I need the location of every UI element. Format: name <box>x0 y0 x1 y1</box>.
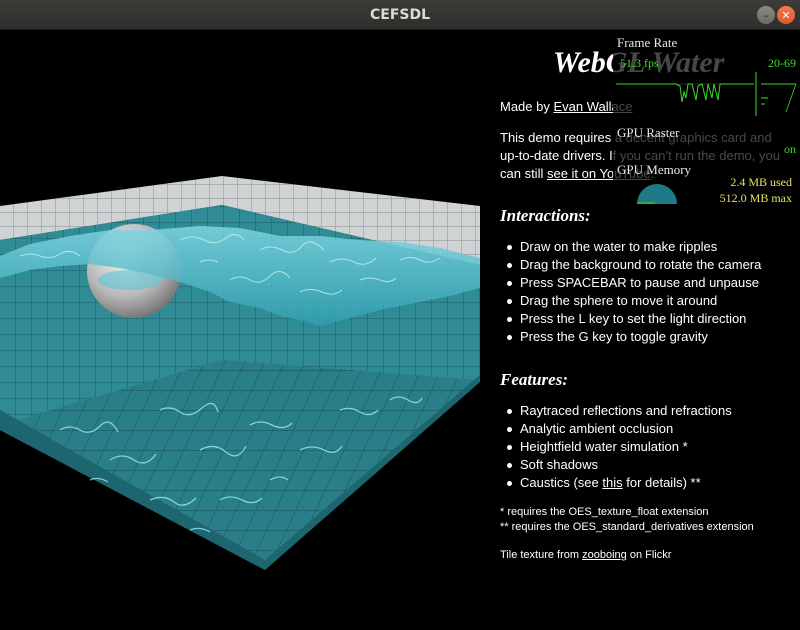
minimize-icon: – <box>763 8 769 22</box>
fps-range: 20-69 <box>768 56 796 70</box>
features-heading: Features: <box>500 370 568 389</box>
gpu-raster-value: on <box>784 142 796 156</box>
caustics-link[interactable]: this <box>602 475 622 490</box>
fps-graph <box>616 72 797 116</box>
list-item: Caustics (see this for details) ** <box>507 474 732 492</box>
list-item: Draw on the water to make ripples <box>506 238 761 256</box>
close-icon: ✕ <box>781 8 791 22</box>
list-item: Heightfield water simulation * <box>507 438 732 456</box>
features-list: Raytraced reflections and refractions An… <box>507 402 732 492</box>
interactions-list: Draw on the water to make ripples Drag t… <box>506 238 762 346</box>
interactions-heading: Interactions: <box>500 206 591 225</box>
tile-prefix: Tile texture from <box>500 549 583 561</box>
tile-suffix: on Flickr <box>626 549 672 561</box>
list-item: Soft shadows <box>507 456 732 474</box>
caustics-suffix: for details) ** <box>622 475 701 490</box>
tile-credit: Tile texture from zooboing on Flickr <box>500 548 671 563</box>
gpu-raster-label: GPU Raster <box>617 125 680 140</box>
footnote-float: * requires the OES_texture_float extensi… <box>500 506 709 518</box>
zooboing-link[interactable]: zooboing <box>582 549 627 561</box>
list-item: Drag the sphere to move it around <box>506 292 761 310</box>
gpu-stats-hud: Frame Rate 51.3 fps 20-69 GPU Raster on … <box>613 30 800 214</box>
memory-used: 2.4 MB used <box>730 175 792 189</box>
author-prefix: Made by <box>500 99 554 114</box>
list-item: Analytic ambient occlusion <box>507 420 732 438</box>
memory-gauge <box>637 184 677 204</box>
frame-rate-label: Frame Rate <box>617 35 678 50</box>
fps-value: 51.3 fps <box>620 56 659 70</box>
gpu-memory-label: GPU Memory <box>617 162 692 177</box>
close-button[interactable]: ✕ <box>777 6 795 24</box>
list-item: Press the G key to toggle gravity <box>506 328 761 346</box>
webgl-water-canvas[interactable] <box>0 30 480 630</box>
caustics-prefix: Caustics (see <box>520 475 603 490</box>
window-titlebar[interactable]: CEFSDL – ✕ <box>0 0 800 30</box>
footnote-derivatives: ** requires the OES_standard_derivatives… <box>500 521 754 533</box>
list-item: Raytraced reflections and refractions <box>507 403 732 418</box>
fps-line <box>616 83 754 103</box>
window-title: CEFSDL <box>369 7 431 23</box>
list-item: Press the L key to set the light directi… <box>506 310 761 328</box>
list-item: Drag the background to rotate the camera <box>506 257 762 272</box>
memory-max: 512.0 MB max <box>719 191 792 205</box>
list-item: Press SPACEBAR to pause and unpause <box>506 274 761 292</box>
minimize-button[interactable]: – <box>757 6 775 24</box>
